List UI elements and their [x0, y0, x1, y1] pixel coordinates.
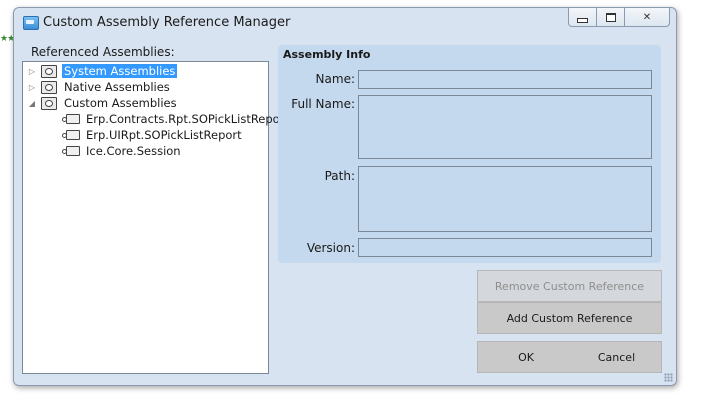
assembly-reference-icon	[62, 146, 80, 156]
window-controls: ✕	[568, 8, 670, 27]
assembly-info-title: Assembly Info	[283, 48, 371, 61]
full-name-label: Full Name:	[291, 97, 355, 111]
close-icon: ✕	[642, 11, 652, 23]
path-label: Path:	[324, 169, 355, 183]
name-field[interactable]	[358, 70, 652, 89]
tree-node-label: Erp.Contracts.Rpt.SOPickListReport	[86, 112, 289, 126]
close-button[interactable]: ✕	[624, 8, 670, 27]
dialog-window: Custom Assembly Reference Manager ✕ Refe…	[13, 7, 677, 386]
full-name-field[interactable]	[358, 95, 652, 159]
expand-arrow-icon[interactable]: ▷	[27, 67, 37, 76]
assembly-reference-icon	[62, 130, 80, 140]
add-custom-reference-button[interactable]: Add Custom Reference	[477, 302, 662, 334]
tree-node-custom-assemblies[interactable]: ◢ Custom Assemblies	[27, 95, 179, 111]
tree-node-label: System Assemblies	[62, 64, 178, 78]
tree-node-label: Erp.UIRpt.SOPickListReport	[86, 128, 242, 142]
tree-node-native-assemblies[interactable]: ▷ Native Assemblies	[27, 79, 172, 95]
assembly-reference-icon	[62, 114, 80, 124]
expand-arrow-icon[interactable]: ▷	[27, 83, 37, 92]
assembly-folder-icon	[41, 80, 57, 94]
maximize-button[interactable]	[596, 8, 625, 27]
app-icon	[23, 16, 39, 30]
title-bar[interactable]: Custom Assembly Reference Manager ✕	[14, 8, 676, 38]
tree-node-label: Native Assemblies	[64, 80, 170, 94]
maximize-icon	[605, 12, 616, 22]
window-title: Custom Assembly Reference Manager	[43, 15, 291, 30]
tree-node-ice-core-session[interactable]: Ice.Core.Session	[62, 143, 183, 159]
ok-button[interactable]: OK	[478, 342, 574, 372]
minimize-button[interactable]	[568, 8, 597, 27]
dialog-action-buttons: OK Cancel	[477, 341, 662, 373]
resize-grip[interactable]	[664, 373, 673, 382]
remove-custom-reference-button[interactable]: Remove Custom Reference	[477, 270, 662, 302]
cancel-button[interactable]: Cancel	[570, 342, 663, 372]
version-field[interactable]	[358, 238, 652, 257]
assembly-tree[interactable]: ▷ System Assemblies ▷ Native Assemblies …	[22, 61, 289, 374]
version-label: Version:	[306, 241, 355, 255]
assembly-folder-icon	[41, 64, 57, 78]
tree-node-label: Custom Assemblies	[64, 96, 177, 110]
tree-node-label: Ice.Core.Session	[86, 144, 181, 158]
name-label: Name:	[315, 72, 355, 86]
tree-node-system-assemblies[interactable]: ▷ System Assemblies	[27, 63, 178, 79]
tree-node-erp-uirpt[interactable]: Erp.UIRpt.SOPickListReport	[62, 127, 244, 143]
tree-node-erp-contracts[interactable]: Erp.Contracts.Rpt.SOPickListReport	[62, 111, 291, 127]
assembly-info-panel: Assembly Info Name: Full Name: Path: Ver…	[278, 45, 661, 263]
referenced-assemblies-label: Referenced Assemblies:	[31, 45, 175, 59]
minimize-icon	[577, 17, 588, 23]
path-field[interactable]	[358, 166, 652, 232]
collapse-arrow-icon[interactable]: ◢	[27, 99, 37, 108]
assembly-folder-icon	[41, 96, 57, 110]
